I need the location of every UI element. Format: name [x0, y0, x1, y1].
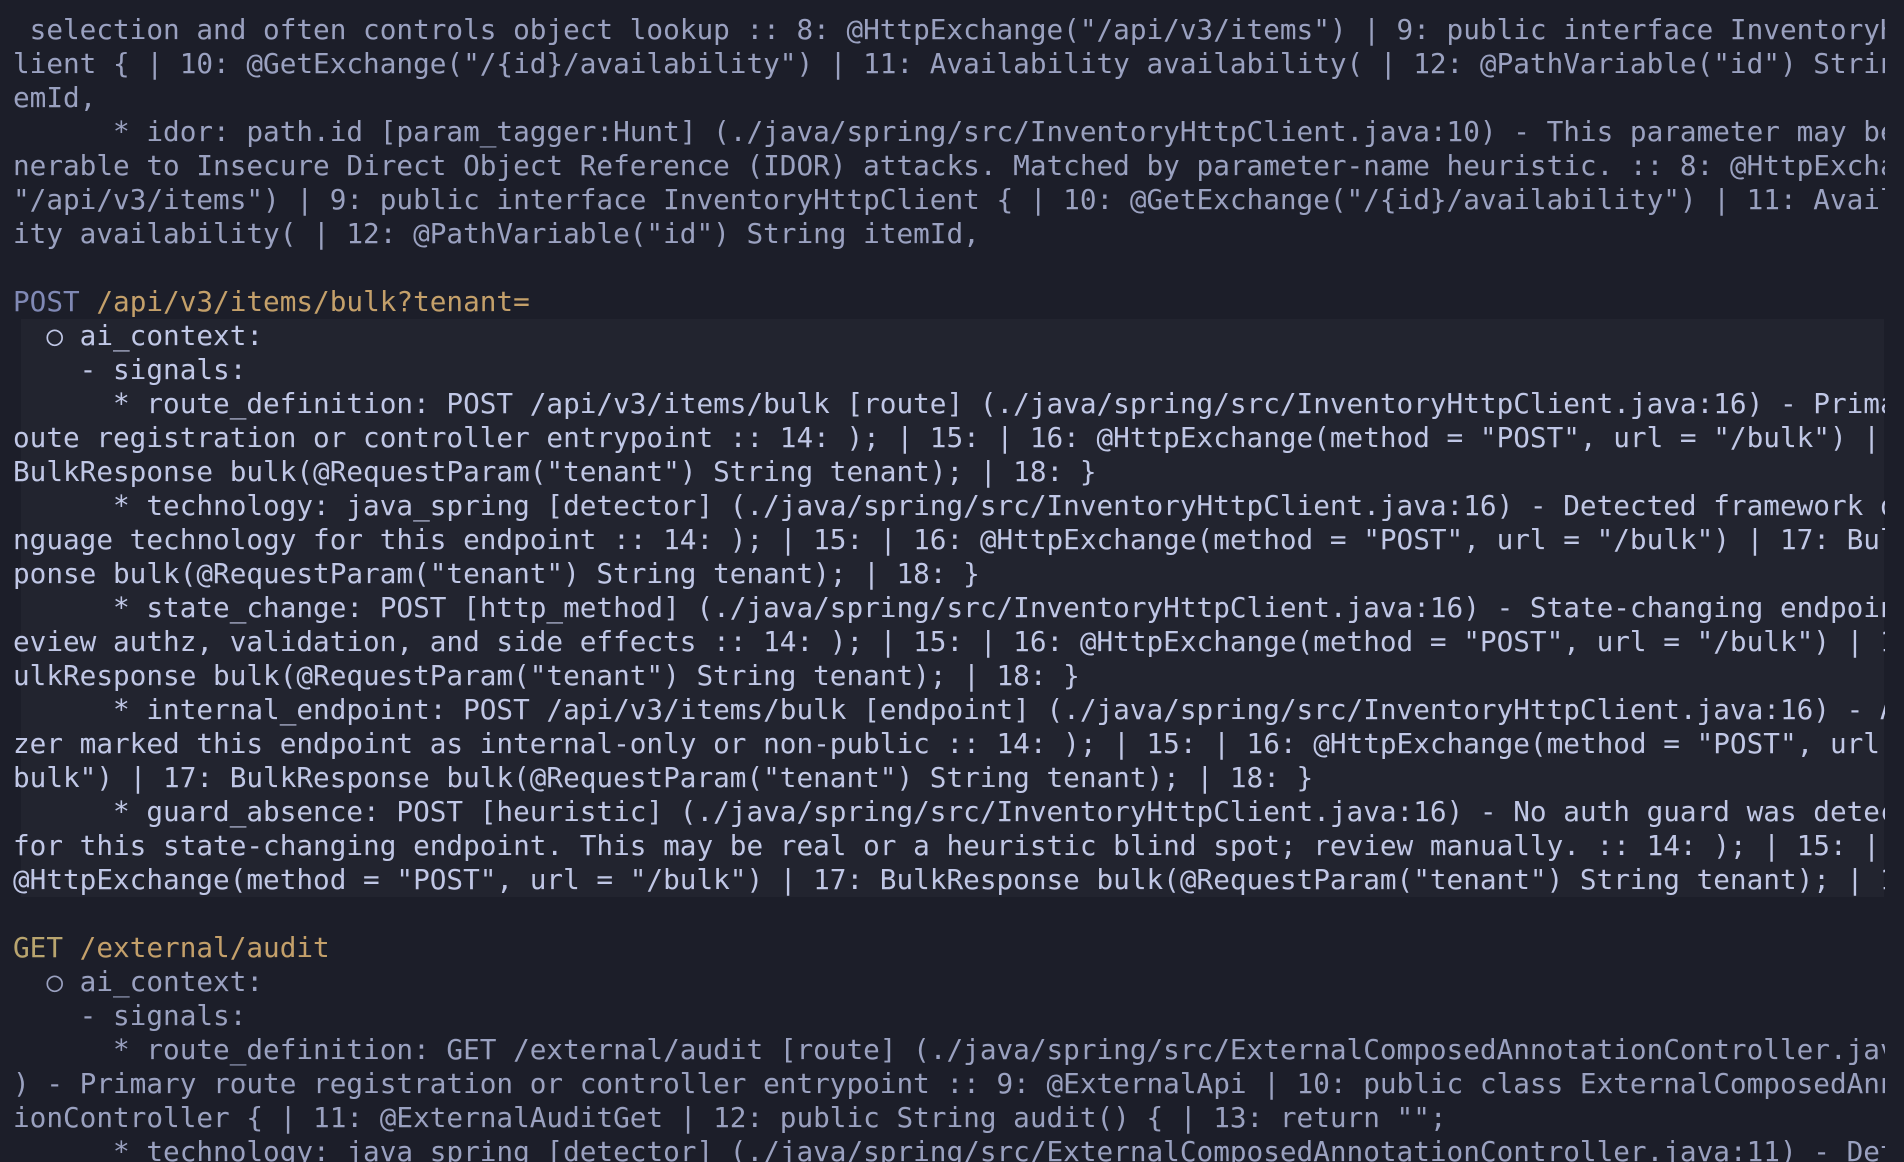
output-line: ity availability( | 12: @PathVariable("i…: [13, 217, 980, 250]
signal-line: BulkResponse bulk(@RequestParam("tenant"…: [13, 455, 1097, 488]
ai-context-label: ○ ai_context:: [13, 319, 264, 352]
signal-line: ulkResponse bulk(@RequestParam("tenant")…: [13, 659, 1080, 692]
output-line: "/api/v3/items") | 9: public interface I…: [13, 183, 1885, 216]
selected-region: ○ ai_context: - signals: * route_definit…: [13, 319, 1885, 897]
signal-line: for this state-changing endpoint. This m…: [13, 829, 1885, 862]
endpoint-path: /external/audit: [63, 931, 330, 964]
output-line: nerable to Insecure Direct Object Refere…: [13, 149, 1885, 182]
signal-line: * internal_endpoint: POST /api/v3/items/…: [13, 693, 1885, 726]
signals-label: - signals:: [13, 353, 247, 386]
signal-line: bulk") | 17: BulkResponse bulk(@RequestP…: [13, 761, 1314, 794]
signal-line: ionController { | 11: @ExternalAuditGet …: [13, 1101, 1447, 1134]
endpoint-header[interactable]: POST /api/v3/items/bulk?tenant=: [13, 285, 1885, 319]
endpoint-path: /api/v3/items/bulk?tenant=: [79, 285, 530, 318]
signal-line: eview authz, validation, and side effect…: [13, 625, 1885, 658]
top-block: selection and often controls object look…: [13, 13, 1904, 251]
signal-line: ) - Primary route registration or contro…: [13, 1067, 1885, 1100]
endpoint-header[interactable]: GET /external/audit: [13, 931, 1885, 965]
signal-line: * technology: java_spring [detector] (./…: [13, 489, 1885, 522]
http-method: GET: [13, 931, 64, 964]
terminal-output: selection and often controls object look…: [0, 0, 1904, 1162]
ai-context-label: ○ ai_context:: [13, 965, 264, 998]
signal-line: * technology: java_spring [detector] (./…: [13, 1135, 1885, 1162]
signal-line: nguage technology for this endpoint :: 1…: [13, 523, 1885, 556]
signal-line: * state_change: POST [http_method] (./ja…: [13, 591, 1885, 624]
signal-line: * route_definition: GET /external/audit …: [13, 1033, 1885, 1066]
signal-line: zer marked this endpoint as internal-onl…: [13, 727, 1885, 760]
signal-line: * route_definition: POST /api/v3/items/b…: [13, 387, 1885, 420]
post-endpoint-block: POST /api/v3/items/bulk?tenant= ○ ai_con…: [13, 285, 1904, 897]
output-line: * idor: path.id [param_tagger:Hunt] (./j…: [13, 115, 1885, 148]
output-line: lient { | 10: @GetExchange("/{id}/availa…: [13, 47, 1885, 80]
http-method: POST: [13, 285, 80, 318]
output-line: selection and often controls object look…: [13, 13, 1885, 46]
signal-line: @HttpExchange(method = "POST", url = "/b…: [13, 863, 1885, 896]
output-line: emId,: [13, 81, 97, 114]
signals-label: - signals:: [13, 999, 247, 1032]
signal-line: * guard_absence: POST [heuristic] (./jav…: [13, 795, 1885, 828]
signal-line: oute registration or controller entrypoi…: [13, 421, 1885, 454]
signal-line: ponse bulk(@RequestParam("tenant") Strin…: [13, 557, 980, 590]
get-endpoint-block: GET /external/audit ○ ai_context: - sign…: [13, 931, 1904, 1162]
